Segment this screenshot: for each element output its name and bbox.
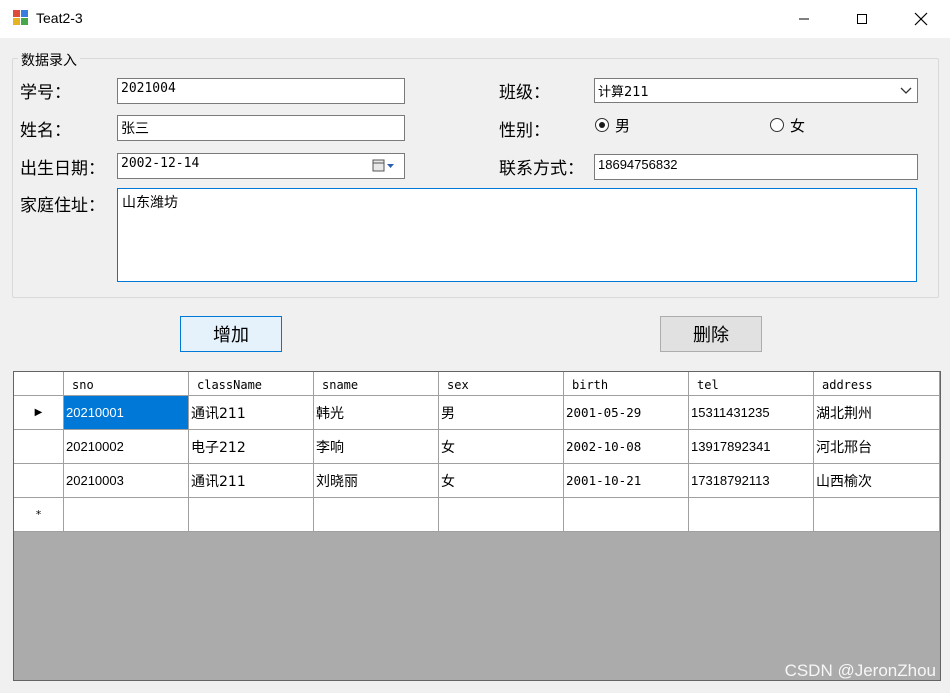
- class-combobox[interactable]: 计算211: [594, 78, 918, 103]
- table-cell[interactable]: 通讯211: [189, 396, 314, 430]
- column-header[interactable]: tel: [689, 372, 814, 396]
- table-cell[interactable]: 13917892341: [689, 430, 814, 464]
- table-cell[interactable]: 17318792113: [689, 464, 814, 498]
- table-cell[interactable]: [689, 498, 814, 532]
- table-cell[interactable]: 20210002: [64, 430, 189, 464]
- row-header[interactable]: [14, 430, 64, 464]
- table-cell[interactable]: 湖北荆州: [814, 396, 940, 430]
- column-header[interactable]: className: [189, 372, 314, 396]
- table-cell[interactable]: [64, 498, 189, 532]
- sex-radio-male[interactable]: [595, 118, 609, 132]
- delete-button[interactable]: 删除: [660, 316, 762, 352]
- name-label: 姓名：: [20, 121, 71, 141]
- table-cell[interactable]: [564, 498, 689, 532]
- sex-label: 性别：: [499, 121, 550, 141]
- sex-radio-female[interactable]: [770, 118, 784, 132]
- table-cell[interactable]: 韩光: [314, 396, 439, 430]
- sno-input[interactable]: 2021004: [117, 78, 405, 104]
- birth-date-picker[interactable]: 2002-12-14: [117, 153, 405, 179]
- table-cell[interactable]: 20210003: [64, 464, 189, 498]
- close-icon: [914, 12, 928, 26]
- table-cell[interactable]: 刘晓丽: [314, 464, 439, 498]
- close-button[interactable]: [892, 0, 950, 38]
- window-title: Teat2-3: [36, 10, 83, 26]
- class-selected-value: 计算211: [598, 85, 649, 100]
- minimize-button[interactable]: [775, 0, 833, 38]
- table-cell[interactable]: 2002-10-08: [564, 430, 689, 464]
- class-dropdown-button[interactable]: [896, 82, 916, 100]
- table-cell[interactable]: 20210001: [64, 396, 189, 430]
- address-label: 家庭住址：: [20, 196, 105, 216]
- column-header[interactable]: address: [814, 372, 940, 396]
- table-cell[interactable]: 男: [439, 396, 564, 430]
- table-cell[interactable]: 15311431235: [689, 396, 814, 430]
- date-dropdown-button[interactable]: [369, 156, 399, 176]
- address-textarea[interactable]: 山东潍坊: [117, 188, 917, 282]
- name-input[interactable]: 张三: [117, 115, 405, 141]
- class-label: 班级：: [499, 83, 550, 103]
- add-button[interactable]: 增加: [180, 316, 282, 352]
- table-row[interactable]: 20210002 电子212 李响 女 2002-10-08 139178923…: [14, 430, 940, 464]
- maximize-icon: [857, 14, 867, 24]
- calendar-dropdown-icon: [372, 159, 394, 172]
- table-cell[interactable]: 女: [439, 464, 564, 498]
- table-row[interactable]: ▶ 20210001 通讯211 韩光 男 2001-05-29 1531143…: [14, 396, 940, 430]
- table-cell[interactable]: [189, 498, 314, 532]
- grid-corner-header[interactable]: [14, 372, 64, 396]
- table-cell[interactable]: 电子212: [189, 430, 314, 464]
- table-row[interactable]: 20210003 通讯211 刘晓丽 女 2001-10-21 17318792…: [14, 464, 940, 498]
- table-cell[interactable]: 2001-10-21: [564, 464, 689, 498]
- maximize-button[interactable]: [833, 0, 891, 38]
- groupbox-legend: 数据录入: [18, 50, 80, 70]
- table-cell[interactable]: 2001-05-29: [564, 396, 689, 430]
- app-icon: [13, 10, 29, 26]
- table-cell[interactable]: [439, 498, 564, 532]
- column-header[interactable]: sname: [314, 372, 439, 396]
- table-cell[interactable]: 河北邢台: [814, 430, 940, 464]
- table-cell[interactable]: 女: [439, 430, 564, 464]
- table-cell[interactable]: 通讯211: [189, 464, 314, 498]
- table-cell[interactable]: [814, 498, 940, 532]
- sno-label: 学号：: [20, 83, 71, 103]
- column-header[interactable]: birth: [564, 372, 689, 396]
- sex-radio-male-label[interactable]: 男: [615, 115, 630, 136]
- tel-input[interactable]: 18694756832: [594, 154, 918, 180]
- column-header[interactable]: sno: [64, 372, 189, 396]
- birth-date-value: 2002-12-14: [121, 156, 200, 171]
- tel-label: 联系方式：: [499, 159, 584, 179]
- watermark-text: CSDN @JeronZhou: [784, 661, 936, 680]
- grid-header-row: sno className sname sex birth tel addres…: [14, 372, 940, 396]
- current-row-indicator[interactable]: ▶: [14, 396, 64, 430]
- table-cell[interactable]: 李响: [314, 430, 439, 464]
- minimize-icon: [799, 18, 809, 20]
- row-header[interactable]: [14, 464, 64, 498]
- table-cell[interactable]: [314, 498, 439, 532]
- sex-radio-female-label[interactable]: 女: [790, 115, 805, 136]
- column-header[interactable]: sex: [439, 372, 564, 396]
- birth-label: 出生日期：: [20, 159, 105, 179]
- new-row[interactable]: *: [14, 498, 940, 532]
- chevron-down-icon: [900, 87, 912, 94]
- table-cell[interactable]: 山西榆次: [814, 464, 940, 498]
- title-bar: Teat2-3: [0, 0, 950, 38]
- student-datagrid[interactable]: sno className sname sex birth tel addres…: [13, 371, 941, 681]
- new-row-indicator[interactable]: *: [14, 498, 64, 532]
